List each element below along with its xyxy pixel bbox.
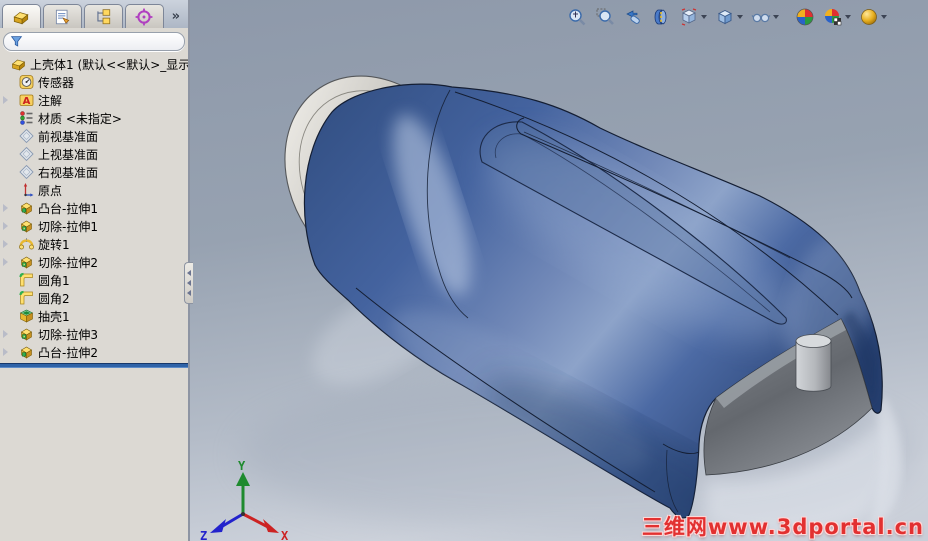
- tree-filter-bar: [3, 32, 185, 51]
- expand-arrow-icon[interactable]: [0, 348, 10, 356]
- feature-tree: 上壳体1 (默认<<默认>_显示状 传感器 注解 材质 <未指定> 前视基准面 …: [0, 53, 188, 368]
- fillet-icon: [18, 290, 35, 306]
- dropdown-caret-icon[interactable]: [773, 15, 779, 19]
- tree-item-material[interactable]: 材质 <未指定>: [0, 109, 188, 127]
- tree-item-origin[interactable]: 原点: [0, 181, 188, 199]
- dimxpert-icon: [135, 8, 153, 26]
- edit-appearance-icon: [796, 8, 814, 26]
- tab-featuremanager[interactable]: [2, 4, 41, 28]
- triad-z-label: Z: [200, 529, 207, 541]
- tree-item-boss-extrude2[interactable]: 凸台-拉伸2: [0, 343, 188, 361]
- tree-item-fillet2[interactable]: 圆角2: [0, 289, 188, 307]
- apply-scene-icon: [825, 9, 842, 26]
- annotations-icon: [18, 92, 35, 108]
- previous-view-icon: [626, 10, 640, 24]
- expand-arrow-icon[interactable]: [0, 330, 10, 338]
- cut-extrude-icon: [18, 254, 35, 270]
- model-3d-view[interactable]: Y X Z: [190, 0, 928, 541]
- expand-arrow-icon[interactable]: [0, 222, 10, 230]
- tree-root-item[interactable]: 上壳体1 (默认<<默认>_显示状: [0, 55, 188, 73]
- hide-show-items-icon: [751, 13, 771, 23]
- sensors-icon: [18, 74, 35, 90]
- material-icon: [18, 110, 35, 126]
- origin-icon: [18, 182, 35, 198]
- section-view-button[interactable]: [648, 5, 674, 29]
- zoom-to-area-icon: [596, 8, 614, 25]
- feature-manager-panel: » 上壳体1 (默认<<默认>_显示状 传感器 注解 材质 <未指定> 前视基准…: [0, 0, 190, 541]
- heads-up-toolbar: [564, 5, 890, 29]
- panel-tab-strip: »: [0, 0, 188, 28]
- view-settings-icon: [861, 9, 877, 25]
- boss-extrude-icon: [18, 344, 35, 360]
- view-settings-button[interactable]: [856, 5, 890, 29]
- filter-funnel-icon: [10, 36, 23, 47]
- display-style-button[interactable]: [712, 5, 746, 29]
- tree-item-revolve1[interactable]: 旋转1: [0, 235, 188, 253]
- tree-item-shell1[interactable]: 抽壳1: [0, 307, 188, 325]
- tree-item-sensors[interactable]: 传感器: [0, 73, 188, 91]
- display-style-icon: [717, 9, 733, 25]
- panel-splitter-handle[interactable]: [184, 262, 193, 304]
- rollback-bar[interactable]: [0, 363, 188, 368]
- tree-item-annotations[interactable]: 注解: [0, 91, 188, 109]
- tree-item-right-plane[interactable]: 右视基准面: [0, 163, 188, 181]
- previous-view-button[interactable]: [620, 5, 646, 29]
- tree-item-cut-extrude1[interactable]: 切除-拉伸1: [0, 217, 188, 235]
- apply-scene-button[interactable]: [820, 5, 854, 29]
- expand-arrow-icon[interactable]: [0, 96, 10, 104]
- tree-item-front-plane[interactable]: 前视基准面: [0, 127, 188, 145]
- part-icon: [10, 56, 27, 72]
- fillet-icon: [18, 272, 35, 288]
- dropdown-caret-icon[interactable]: [845, 15, 851, 19]
- tree-item-fillet1[interactable]: 圆角1: [0, 271, 188, 289]
- boss-extrude-icon: [18, 200, 35, 216]
- section-view-icon: [654, 9, 667, 25]
- zoom-to-area-button[interactable]: [592, 5, 618, 29]
- dropdown-caret-icon[interactable]: [881, 15, 887, 19]
- triad-x-label: X: [281, 529, 289, 541]
- plane-icon: [18, 146, 35, 162]
- plane-icon: [18, 164, 35, 180]
- zoom-to-fit-button[interactable]: [564, 5, 590, 29]
- graphics-viewport[interactable]: Y X Z 三维网www.3dportal.cn: [190, 0, 928, 541]
- tree-item-cut-extrude2[interactable]: 切除-拉伸2: [0, 253, 188, 271]
- view-orientation-button[interactable]: [676, 5, 710, 29]
- cut-extrude-icon: [18, 326, 35, 342]
- configuration-icon: [94, 8, 112, 26]
- shell-icon: [18, 308, 35, 324]
- plane-icon: [18, 128, 35, 144]
- tree-item-cut-extrude3[interactable]: 切除-拉伸3: [0, 325, 188, 343]
- dropdown-caret-icon[interactable]: [737, 15, 743, 19]
- tab-propertymanager[interactable]: [42, 4, 82, 28]
- expand-arrow-icon[interactable]: [0, 240, 10, 248]
- zoom-to-fit-icon: [569, 9, 586, 26]
- cut-extrude-icon: [18, 218, 35, 234]
- dropdown-caret-icon[interactable]: [701, 15, 707, 19]
- solidworks-window: { "window": { "watermark": "三维网www.3dpor…: [0, 0, 928, 541]
- edit-appearance-button[interactable]: [792, 5, 818, 29]
- tree-item-boss-extrude1[interactable]: 凸台-拉伸1: [0, 199, 188, 217]
- triad-y-label: Y: [238, 459, 246, 473]
- expand-arrow-icon[interactable]: [0, 204, 10, 212]
- property-icon: [53, 8, 71, 26]
- filter-input[interactable]: [23, 33, 178, 50]
- tab-dimxpertmanager[interactable]: [124, 4, 164, 28]
- tab-configurationmanager[interactable]: [83, 4, 123, 28]
- view-orientation-icon: [681, 8, 697, 26]
- tree-item-top-plane[interactable]: 上视基准面: [0, 145, 188, 163]
- watermark-text: 三维网www.3dportal.cn: [641, 515, 924, 539]
- interior-boss-top: [795, 334, 832, 348]
- tab-overflow-button[interactable]: »: [166, 9, 186, 24]
- expand-arrow-icon[interactable]: [0, 258, 10, 266]
- part-icon: [12, 8, 30, 26]
- hide-show-items-button[interactable]: [748, 5, 782, 29]
- revolve-icon: [18, 236, 35, 252]
